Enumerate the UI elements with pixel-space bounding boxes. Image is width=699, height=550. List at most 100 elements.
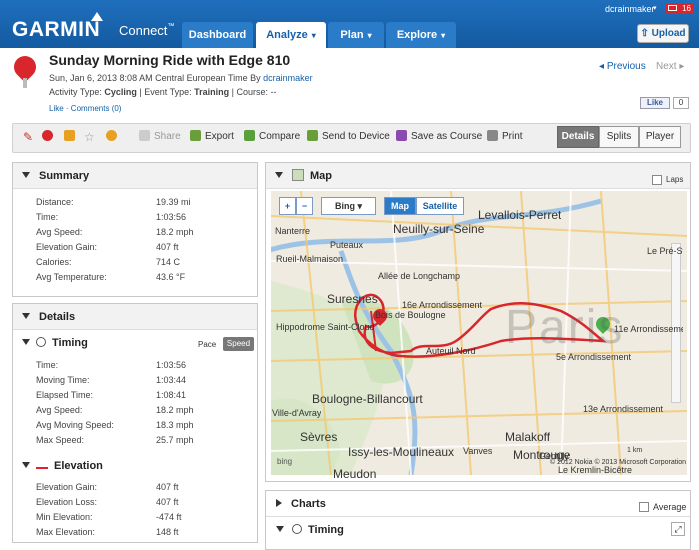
- previous-link[interactable]: ◂ Previous: [599, 61, 646, 72]
- pace-toggle[interactable]: Pace: [198, 340, 216, 349]
- chevron-left-icon: ◂: [599, 61, 607, 72]
- nav-dashboard[interactable]: Dashboard: [182, 22, 253, 48]
- map-place-label: Hippodrome Saint-Cloud: [276, 322, 375, 332]
- stat-label: Elapsed Time:: [36, 390, 94, 400]
- clock-icon: [292, 524, 302, 534]
- stat-value: 407 ft: [156, 242, 179, 252]
- map-place-label: Neuilly-sur-Seine: [393, 222, 485, 236]
- stat-value: 18.2 mph: [156, 227, 194, 237]
- details-header[interactable]: Details: [13, 304, 257, 330]
- map-place-label: Le Pré-St-G: [647, 246, 683, 256]
- nav-plan[interactable]: Plan ▾: [328, 22, 384, 48]
- stat-value: 1:03:44: [156, 375, 187, 385]
- clock-icon: [36, 337, 46, 347]
- author-link[interactable]: dcrainmaker: [263, 73, 313, 83]
- bing-logo: bing: [277, 457, 293, 466]
- garmin-logo[interactable]: GARMIN: [12, 18, 100, 42]
- elevation-section-title[interactable]: Elevation: [22, 460, 103, 472]
- stat-label: Elevation Gain:: [36, 482, 98, 492]
- summary-header[interactable]: Summary: [13, 163, 257, 189]
- stat-label: Min Elevation:: [36, 512, 93, 522]
- expand-chart-icon[interactable]: ⤢: [671, 522, 685, 536]
- comments-link[interactable]: Comments (0): [71, 104, 122, 113]
- stat-label: Moving Time:: [36, 375, 90, 385]
- map-place-label: Suresnes: [327, 292, 378, 306]
- collapse-triangle-icon: [22, 462, 30, 468]
- logo-triangle-icon: [91, 12, 103, 21]
- people-icon[interactable]: [106, 130, 121, 144]
- mail-badge[interactable]: 16: [666, 3, 694, 14]
- share-icon: [139, 130, 150, 141]
- map-view-button[interactable]: Map: [384, 197, 416, 215]
- map-place-label: Malakoff: [505, 430, 551, 444]
- stat-value: 25.7 mph: [156, 435, 194, 445]
- average-label: Average: [653, 502, 687, 512]
- tab-splits[interactable]: Splits: [599, 126, 639, 148]
- laps-checkbox[interactable]: [652, 175, 662, 185]
- nav-explore[interactable]: Explore ▾: [386, 22, 456, 48]
- map-provider-select[interactable]: Bing ▾: [321, 197, 376, 215]
- tab-details[interactable]: Details: [557, 126, 599, 148]
- lock-icon[interactable]: [64, 130, 79, 144]
- stat-value: 407 ft: [156, 482, 179, 492]
- chevron-down-icon[interactable]: ▾: [653, 4, 657, 12]
- activity-title[interactable]: Sunday Morning Ride with Edge 810: [49, 52, 290, 68]
- chevron-down-icon: ▾: [357, 201, 363, 211]
- chevron-right-icon: ▸: [676, 61, 685, 72]
- device-icon: [307, 130, 318, 141]
- map-scrollbar[interactable]: [671, 243, 681, 403]
- stat-label: Time:: [36, 212, 59, 222]
- stat-label: Avg Speed:: [36, 405, 83, 415]
- stat-label: Max Speed:: [36, 435, 85, 445]
- tab-player[interactable]: Player: [639, 126, 681, 148]
- charts-timing-title[interactable]: Timing: [276, 524, 344, 536]
- favorite-star-icon[interactable]: ☆: [84, 130, 95, 144]
- elevation-icon: [36, 461, 48, 469]
- paris-label: Paris: [505, 301, 625, 354]
- satellite-view-button[interactable]: Satellite: [416, 197, 464, 215]
- chevron-down-icon: ▾: [311, 31, 316, 40]
- facebook-like-button[interactable]: Like: [640, 97, 670, 109]
- delete-icon[interactable]: [42, 130, 57, 144]
- connect-logo: Connect™: [119, 23, 175, 38]
- stat-value: 18.2 mph: [156, 405, 194, 415]
- charts-header[interactable]: Charts: [266, 491, 690, 517]
- stat-value: 407 ft: [156, 497, 179, 507]
- stat-label: Avg Moving Speed:: [36, 420, 114, 430]
- map-header[interactable]: Map: [266, 163, 690, 189]
- like-link[interactable]: Like: [49, 104, 64, 113]
- print-button[interactable]: Print: [487, 130, 523, 144]
- save-as-course-button[interactable]: Save as Course: [396, 130, 482, 144]
- collapse-triangle-icon: [22, 172, 30, 178]
- next-link[interactable]: Next ▸: [656, 61, 684, 72]
- average-checkbox[interactable]: [639, 502, 649, 512]
- compare-icon: [244, 130, 255, 141]
- like-comments: Like · Comments (0): [49, 104, 122, 113]
- export-button[interactable]: Export: [190, 130, 234, 144]
- stat-value: 1:03:56: [156, 212, 187, 222]
- chevron-down-icon: ▾: [441, 31, 446, 40]
- map-place-label: Gentilly: [539, 451, 570, 461]
- edit-icon[interactable]: ✎: [23, 130, 33, 144]
- compare-button[interactable]: Compare: [244, 130, 300, 144]
- stat-label: Max Elevation:: [36, 527, 96, 537]
- zoom-out-button[interactable]: −: [296, 197, 313, 215]
- stat-value: 18.3 mph: [156, 420, 194, 430]
- nav-analyze[interactable]: Analyze ▾: [256, 22, 326, 48]
- timing-section-title[interactable]: Timing: [22, 337, 88, 349]
- upload-button[interactable]: ⇧ Upload: [637, 24, 689, 43]
- print-icon: [487, 130, 498, 141]
- stat-label: Elevation Loss:: [36, 497, 98, 507]
- export-icon: [190, 130, 201, 141]
- speed-toggle[interactable]: Speed: [223, 337, 254, 351]
- top-header: GARMIN Connect™ Dashboard Analyze ▾ Plan ▾…: [0, 0, 699, 48]
- map-place-label: Levallois-Perret: [478, 208, 562, 222]
- activity-date: Sun, Jan 6, 2013 8:08 AM Central Europea…: [49, 73, 313, 83]
- send-to-device-button[interactable]: Send to Device: [307, 130, 390, 144]
- map-place-label: 13e Arrondissement: [583, 404, 664, 414]
- share-button[interactable]: Share: [139, 130, 181, 144]
- mail-icon: [668, 5, 677, 11]
- zoom-in-button[interactable]: +: [279, 197, 296, 215]
- username[interactable]: dcrainmaker: [605, 4, 655, 14]
- stat-value: 43.6 °F: [156, 272, 186, 282]
